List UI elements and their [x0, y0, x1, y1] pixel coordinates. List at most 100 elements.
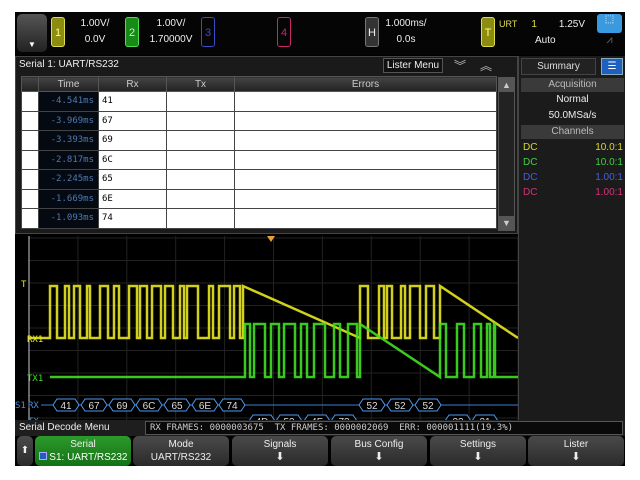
time-cell: -1.093ms [38, 208, 99, 229]
channel-1-button[interactable]: 1 [51, 17, 65, 47]
errors-cell [234, 91, 497, 112]
table-row[interactable]: -4.541ms 41 [21, 91, 497, 112]
errors-cell [234, 188, 497, 209]
table-row[interactable]: -3.393ms 69 [21, 130, 497, 151]
serial-color-icon [38, 452, 47, 460]
rx-cell: 69 [98, 130, 167, 151]
lister-table: Time Rx Tx Errors -4.541ms 41 -3.969ms 67 -3… [21, 76, 497, 229]
time-delay: 0.0s [396, 34, 416, 45]
decode-value: 6E [199, 401, 212, 412]
lister-scrollbar[interactable]: ▲ ▼ [498, 77, 515, 231]
trigger-button[interactable]: T [481, 17, 495, 47]
softkey-lister[interactable]: Lister ⬇ [528, 436, 624, 466]
errors-cell [234, 130, 497, 151]
coupling: DC [523, 172, 538, 183]
zoom-box-icon[interactable]: ⬚ [597, 14, 622, 33]
horizontal-button[interactable]: H [365, 17, 379, 47]
channel-2-button[interactable]: 2 [125, 17, 139, 47]
channel-2-settings[interactable]: 1.00V/1.70000V [140, 16, 202, 48]
time-cell: -2.245ms [38, 169, 99, 190]
decode-value: 69 [116, 401, 128, 412]
probe-ratio: 1.00:1 [595, 187, 623, 198]
table-row[interactable]: -1.669ms 6E [21, 188, 497, 209]
decode-value: 6C [143, 401, 156, 412]
horizontal-settings[interactable]: 1.000ms/0.0s [381, 16, 431, 48]
coupling: DC [523, 142, 538, 153]
table-row[interactable]: -2.245ms 65 [21, 169, 497, 190]
probe-ratio: 10.0:1 [595, 142, 623, 153]
ch1-offset: 0.0V [84, 34, 106, 45]
softkey-settings[interactable]: Settings ⬇ [430, 436, 526, 466]
decode-value: 52 [366, 401, 378, 412]
column-header-rx: Rx [98, 76, 167, 92]
softkey-mode[interactable]: Mode UART/RS232 [133, 436, 229, 466]
select-cell [21, 188, 39, 209]
channel-row[interactable]: DC 10.0:1 [523, 157, 623, 168]
oscilloscope-screen: ▼ 1 1.00V/0.0V 2 1.00V/1.70000V 3 4 H 1.… [15, 12, 625, 466]
back-up-button[interactable]: ⬆ [17, 436, 33, 466]
chevron-down-icon: ▼ [28, 40, 36, 49]
channel-1-settings[interactable]: 1.00V/0.0V [70, 16, 120, 48]
tx-cell [166, 169, 235, 190]
rx-cell: 74 [98, 208, 167, 229]
select-cell [21, 149, 39, 170]
rx-row-label: RX [28, 401, 39, 411]
time-scale: 1.000ms/ [385, 18, 427, 29]
arrow-down-icon: ⬇ [374, 451, 384, 463]
ch2-scale: 1.00V/ [156, 18, 186, 29]
decode-value: 52 [394, 401, 406, 412]
channel-row[interactable]: DC 1.00:1 [523, 187, 623, 198]
scroll-up-icon[interactable]: ▲ [499, 78, 514, 92]
tx-cell [166, 110, 235, 131]
expand-up-icon[interactable]: ︽ [480, 57, 492, 74]
time-cell: -4.541ms [38, 91, 99, 112]
waveform-display[interactable]: TRX1TX1S1RXTX4167696C656E745252524D534F7… [15, 236, 518, 420]
softkey-value: S1: UART/RS232 [49, 452, 128, 463]
channel-row[interactable]: DC 1.00:1 [523, 172, 623, 183]
trigger-settings[interactable]: URT 1 1.25V Auto [499, 16, 599, 49]
select-cell [21, 169, 39, 190]
acquisition-mode: Normal [556, 94, 589, 105]
decode-value: 74 [226, 401, 238, 412]
sample-rate: 50.0MSa/s [548, 110, 597, 121]
coupling: DC [523, 157, 538, 168]
list-icon[interactable]: ☰ [601, 58, 623, 75]
softkey-label: Settings [459, 439, 497, 450]
scroll-down-icon[interactable]: ▼ [499, 216, 514, 230]
ch1-scale: 1.00V/ [80, 18, 110, 29]
channel-3-button[interactable]: 3 [201, 17, 215, 47]
table-row[interactable]: -1.093ms 74 [21, 208, 497, 229]
table-row[interactable]: -3.969ms 67 [21, 110, 497, 131]
acquisition-header: Acquisition [521, 78, 624, 92]
summary-tab[interactable]: Summary [521, 58, 596, 75]
measure-icon[interactable]: ⩘ [597, 34, 622, 53]
time-cell: -3.969ms [38, 110, 99, 131]
softkey-serial[interactable]: Serial S1: UART/RS232 [35, 436, 131, 466]
select-cell [21, 208, 39, 229]
trigger-level-label: T [21, 280, 27, 290]
arrow-up-icon: ⬆ [20, 445, 30, 456]
select-cell [21, 91, 39, 112]
channel-row[interactable]: DC 10.0:1 [523, 142, 623, 153]
lister-menu-button[interactable]: Lister Menu [383, 58, 443, 73]
select-cell [21, 110, 39, 131]
rx-cell: 6E [98, 188, 167, 209]
rx-cell: 67 [98, 110, 167, 131]
channel-4-button[interactable]: 4 [277, 17, 291, 47]
softkey-label: Mode [168, 439, 194, 450]
select-column-header [21, 76, 39, 92]
main-menu-button[interactable]: ▼ [17, 14, 47, 52]
probe-ratio: 1.00:1 [595, 172, 623, 183]
table-row[interactable]: -2.817ms 6C [21, 149, 497, 170]
softkey-label: Signals [263, 439, 297, 450]
channel-1-label: RX1 [27, 335, 43, 345]
decode-value: 67 [88, 401, 100, 412]
collapse-down-icon[interactable]: ︾ [454, 57, 466, 74]
softkey-signals[interactable]: Signals ⬇ [232, 436, 328, 466]
lister-panel: Serial 1: UART/RS232 Lister Menu ︾ ︽ Tim… [15, 56, 518, 234]
softkey-bus-config[interactable]: Bus Config ⬇ [331, 436, 427, 466]
errors-cell [234, 149, 497, 170]
arrow-down-icon: ⬇ [275, 451, 285, 463]
ch2-offset: 1.70000V [149, 34, 193, 45]
trigger-source: 1 [531, 19, 537, 30]
